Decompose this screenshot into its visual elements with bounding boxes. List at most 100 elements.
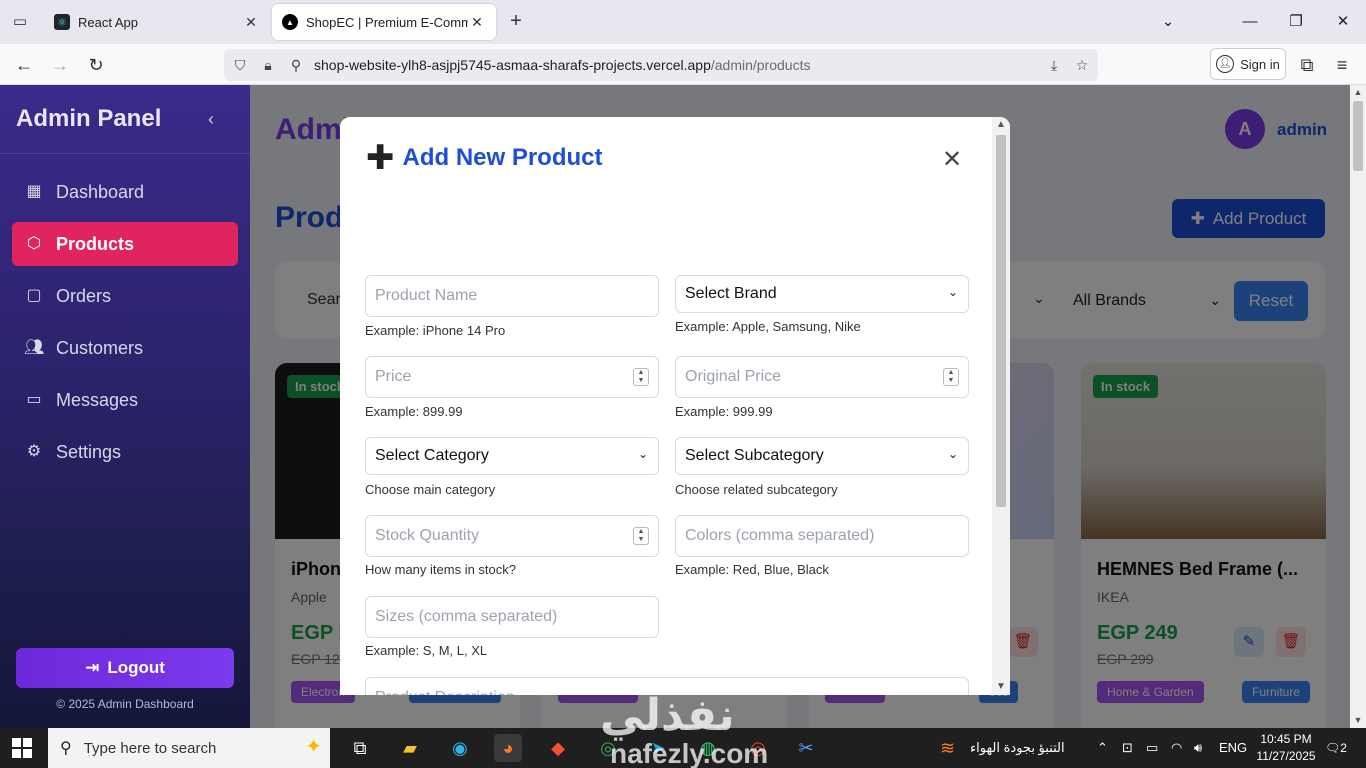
sidebar-item-settings[interactable]: ⚙ Settings (12, 430, 238, 474)
weather-icon[interactable]: ≋ (940, 728, 955, 768)
modal-title-text: Add New Product (402, 144, 603, 171)
close-window-icon[interactable]: ✕ (1331, 10, 1355, 34)
sizes-input[interactable]: Sizes (comma separated) (365, 596, 659, 638)
category-select-value: Select Category (375, 447, 489, 464)
subcategory-select[interactable]: Select Subcategory ⌄ (675, 437, 969, 475)
sparkle-icon: ✦ (305, 736, 322, 758)
back-arrow-icon[interactable]: ← (11, 52, 37, 78)
tab-react-app[interactable]: ⚛ React App ✕ (44, 4, 270, 40)
subcategory-select-value: Select Subcategory (685, 447, 824, 464)
collapse-chevron-icon[interactable]: ‹ (208, 109, 214, 130)
scroll-up-icon[interactable]: ▲ (992, 117, 1010, 133)
device-icon[interactable]: ⊡ (1122, 728, 1133, 768)
battery-icon[interactable]: ▭ (1146, 728, 1158, 768)
number-stepper-icon[interactable]: ▲ ▼ (633, 527, 649, 545)
bag-icon: ▢ (26, 287, 42, 304)
sidebar-item-label: Settings (56, 441, 122, 462)
taskbar-search-input[interactable]: ⚲ Type here to search ✦ (48, 728, 330, 768)
volume-icon[interactable]: 🔊︎ (1194, 728, 1202, 768)
minimize-icon[interactable]: — (1238, 10, 1262, 34)
firefox-icon[interactable]: ◕ (494, 734, 522, 762)
tray-chevron-up-icon[interactable]: ⌃ (1097, 728, 1108, 768)
copyright-text: © 2025 Admin Dashboard (56, 697, 194, 711)
watermark-url: nafezly.com (610, 738, 769, 768)
message-icon: ▭ (26, 391, 42, 408)
plus-icon: ✚ (366, 139, 395, 177)
original-price-placeholder: Original Price (685, 368, 782, 385)
language-indicator[interactable]: ENG (1219, 728, 1247, 768)
scroll-up-icon[interactable]: ▲ (1350, 85, 1366, 99)
git-icon[interactable]: ◆ (544, 734, 572, 762)
tab-title: ShopEC | Premium E-Commerce (306, 14, 468, 30)
menu-icon[interactable]: ≡ (1329, 52, 1355, 78)
shield-icon[interactable]: ⛉ (230, 55, 250, 75)
logout-button[interactable]: ⇥ Logout (16, 648, 234, 688)
wifi-icon[interactable]: ◠ (1171, 728, 1182, 768)
original-price-hint: Example: 999.99 (675, 404, 773, 419)
product-name-hint: Example: iPhone 14 Pro (365, 323, 506, 338)
sign-in-button[interactable]: 👤︎ Sign in (1210, 48, 1286, 80)
weather-text[interactable]: التنبؤ بجودة الهواء (970, 728, 1065, 768)
sidebar-item-orders[interactable]: ▢ Orders (12, 274, 238, 318)
modal-scrollbar[interactable]: ▲ ▼ (992, 117, 1010, 695)
extensions-icon[interactable]: ⧉ (1294, 52, 1320, 78)
number-stepper-icon[interactable]: ▲ ▼ (633, 368, 649, 386)
new-tab-icon[interactable]: + (504, 10, 528, 34)
scroll-down-icon[interactable]: ▼ (992, 679, 1010, 695)
tab-list-icon[interactable]: ▭ (8, 10, 32, 34)
tab-shopec[interactable]: ▲ ShopEC | Premium E-Commerce ✕ (272, 4, 496, 40)
lock-icon[interactable]: 🔒︎ (258, 55, 278, 75)
url-path: /admin/products (710, 57, 811, 73)
taskbar-search-placeholder: Type here to search (83, 739, 217, 757)
sidebar-item-products[interactable]: ⬡ Products (12, 222, 238, 266)
windows-start-icon[interactable] (12, 738, 32, 758)
sidebar-item-dashboard[interactable]: ▦ Dashboard (12, 170, 238, 214)
original-price-input[interactable]: Original Price ▲ ▼ (675, 356, 969, 398)
sizes-hint: Example: S, M, L, XL (365, 643, 488, 658)
users-icon: 👥︎ (24, 339, 45, 356)
forward-arrow-icon[interactable]: → (47, 52, 73, 78)
price-input[interactable]: Price ▲ ▼ (365, 356, 659, 398)
close-tab-icon[interactable]: ✕ (468, 14, 486, 31)
edge-icon[interactable]: ◉ (446, 734, 474, 762)
search-icon: ⚲ (60, 740, 72, 757)
tab-overflow-chevron-icon[interactable]: ⌄ (1156, 10, 1180, 34)
sidebar-item-label: Dashboard (56, 181, 145, 202)
url-text[interactable]: shop-website-ylh8-asjpj5745-asmaa-sharaf… (314, 57, 810, 73)
product-name-input[interactable]: Product Name (365, 275, 659, 317)
download-icon[interactable]: ⤓ (1044, 55, 1064, 75)
bookmark-star-icon[interactable]: ☆ (1072, 55, 1092, 75)
file-explorer-icon[interactable]: ▰ (396, 734, 424, 762)
number-stepper-icon[interactable]: ▲ ▼ (943, 368, 959, 386)
close-icon[interactable]: ✕ (942, 145, 962, 174)
price-hint: Example: 899.99 (365, 404, 463, 419)
sidebar-item-label: Products (56, 233, 135, 254)
colors-input[interactable]: Colors (comma separated) (675, 515, 969, 557)
sidebar-item-messages[interactable]: ▭ Messages (12, 378, 238, 422)
tab-title: React App (78, 14, 138, 30)
task-view-icon[interactable]: ⧉ (346, 734, 374, 762)
page-scrollbar[interactable]: ▲ ▼ (1350, 85, 1366, 728)
sidebar-item-label: Orders (56, 285, 112, 306)
permissions-icon[interactable]: ⚲ (286, 55, 306, 75)
scrollbar-thumb[interactable] (996, 135, 1006, 507)
scroll-down-icon[interactable]: ▼ (1350, 713, 1366, 727)
category-hint: Choose main category (365, 482, 496, 497)
admin-sidebar: Admin Panel ‹ ▦ Dashboard ⬡ Products ▢ O… (0, 85, 250, 728)
reload-icon[interactable]: ↻ (83, 52, 109, 78)
notification-icon[interactable]: 🗨︎2 (1324, 738, 1348, 758)
brand-select[interactable]: Select Brand ⌄ (675, 275, 969, 313)
browser-tab-bar: ▭ ⚛ React App ✕ ▲ ShopEC | Premium E-Com… (0, 0, 1366, 44)
address-bar[interactable]: ⛉ 🔒︎ ⚲ shop-website-ylh8-asjpj5745-asmaa… (224, 49, 1098, 81)
taskbar-clock[interactable]: 10:45 PM 11/27/2025 (1254, 731, 1318, 765)
brand-hint: Example: Apple, Samsung, Nike (675, 319, 861, 334)
notification-count: 2 (1340, 741, 1347, 755)
stock-quantity-input[interactable]: Stock Quantity ▲ ▼ (365, 515, 659, 557)
sidebar-item-customers[interactable]: 👥︎ Customers (12, 326, 238, 370)
close-tab-icon[interactable]: ✕ (242, 14, 260, 31)
restore-icon[interactable]: ❐ (1284, 10, 1308, 34)
category-select[interactable]: Select Category ⌄ (365, 437, 659, 475)
snipping-tool-icon[interactable]: ✂ (792, 734, 820, 762)
scrollbar-thumb[interactable] (1353, 101, 1363, 171)
logout-icon: ⇥ (85, 658, 100, 677)
